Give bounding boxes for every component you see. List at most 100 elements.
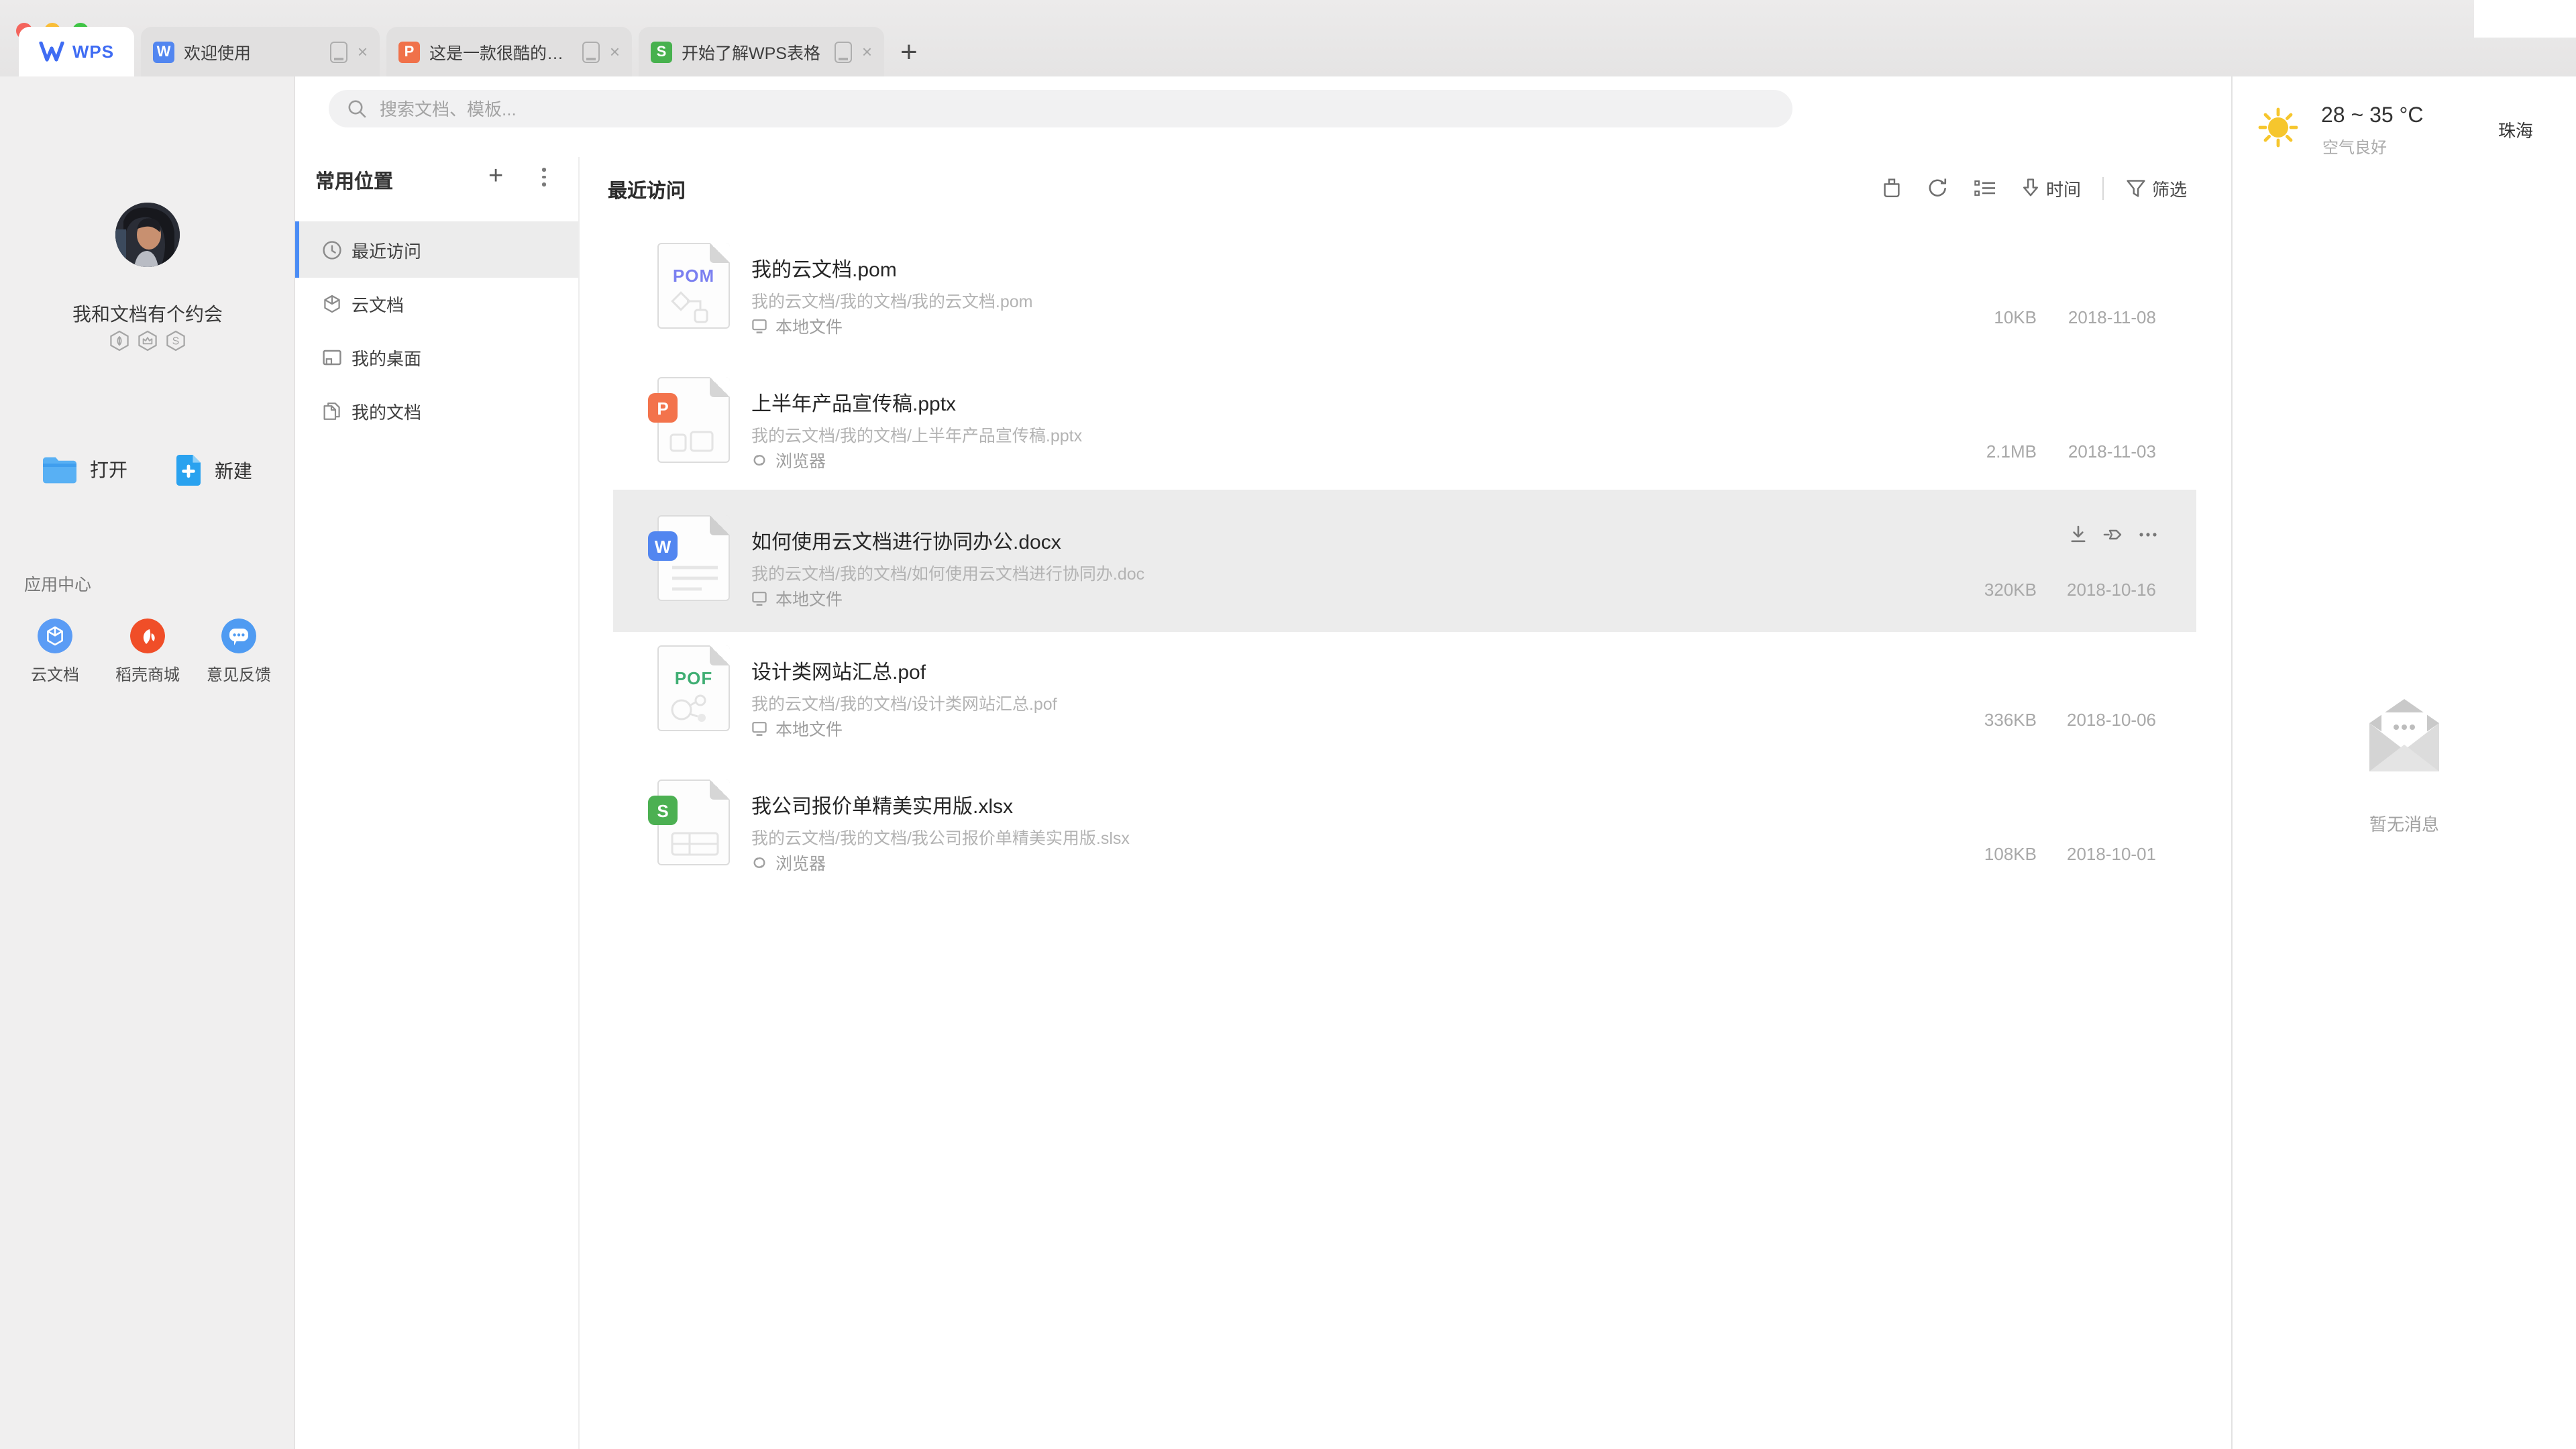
new-document-icon bbox=[174, 453, 203, 487]
file-name: 设计类网站汇总.pof bbox=[751, 657, 926, 686]
open-file-button[interactable]: 打开 bbox=[42, 455, 127, 484]
svg-text:S: S bbox=[172, 336, 180, 347]
close-tab-icon[interactable]: × bbox=[358, 43, 368, 60]
sidebar-item-cloud-docs[interactable]: 云文档 bbox=[295, 276, 578, 330]
device-roaming-icon bbox=[835, 41, 853, 62]
new-file-button[interactable]: 新建 bbox=[174, 453, 252, 487]
file-path: 我的云文档/我的文档/我公司报价单精美实用版.slsx bbox=[751, 824, 1130, 849]
username: 我和文档有个约会 bbox=[0, 301, 295, 327]
top-strip bbox=[295, 76, 2233, 157]
file-date: 2018-10-01 bbox=[2067, 844, 2156, 864]
sidebar-item-documents[interactable]: 我的文档 bbox=[295, 384, 578, 437]
no-messages-label: 暂无消息 bbox=[2233, 810, 2576, 836]
more-options-icon[interactable] bbox=[2137, 525, 2159, 543]
xlsx-file-icon: S bbox=[657, 780, 730, 865]
svip-badge-icon[interactable]: S bbox=[165, 330, 186, 352]
app-feedback[interactable]: 意见反馈 bbox=[196, 619, 282, 686]
toolbar-divider bbox=[2102, 176, 2104, 199]
sidebar-item-label: 我的桌面 bbox=[352, 344, 421, 370]
file-path: 我的云文档/我的文档/我的云文档.pom bbox=[751, 287, 1033, 313]
account-sidebar: 我和文档有个约会 S 打开 bbox=[0, 76, 295, 1449]
user-avatar[interactable] bbox=[115, 203, 180, 267]
tab-welcome-doc[interactable]: W 欢迎使用 × bbox=[141, 27, 380, 76]
app-cloud-docs[interactable]: 云文档 bbox=[12, 619, 98, 686]
sidebar-item-recent[interactable]: 最近访问 bbox=[295, 221, 578, 278]
search-input[interactable] bbox=[377, 97, 1792, 120]
city-name[interactable]: 珠海 bbox=[2498, 117, 2533, 142]
tab-label: 这是一款很酷的办... bbox=[429, 39, 574, 64]
recent-files-main: 最近访问 时间 bbox=[580, 157, 2231, 1449]
screen-corner-notch bbox=[2474, 0, 2576, 38]
add-location-button[interactable]: + bbox=[488, 162, 503, 192]
file-size: 320KB bbox=[1984, 580, 2037, 600]
sun-weather-icon bbox=[2257, 106, 2300, 149]
file-source: 本地文件 bbox=[751, 585, 843, 610]
messages-empty-state: 暂无消息 bbox=[2233, 694, 2576, 836]
tab-label: 开始了解WPS表格 bbox=[682, 39, 826, 64]
tab-spreadsheet-doc[interactable]: S 开始了解WPS表格 × bbox=[639, 27, 884, 76]
locations-title: 常用位置 bbox=[315, 166, 393, 195]
cloud-docs-icon bbox=[38, 619, 72, 653]
file-row[interactable]: POF 设计类网站汇总.pof 我的云文档/我的文档/设计类网站汇总.pof 本… bbox=[613, 620, 2196, 762]
close-tab-icon[interactable]: × bbox=[862, 43, 872, 60]
file-source: 浏览器 bbox=[751, 447, 826, 472]
file-date: 2018-10-16 bbox=[2067, 580, 2156, 600]
pptx-file-icon: P bbox=[657, 377, 730, 463]
search-icon bbox=[347, 99, 366, 118]
new-tab-button[interactable]: + bbox=[900, 36, 918, 68]
wps-vip-badge-icon[interactable] bbox=[109, 330, 130, 352]
clear-records-icon[interactable] bbox=[1881, 177, 1902, 199]
sidebar-item-label: 我的文档 bbox=[352, 398, 421, 423]
pin-icon[interactable] bbox=[2102, 525, 2123, 543]
file-path: 我的云文档/我的文档/设计类网站汇总.pof bbox=[751, 690, 1057, 715]
search-bar[interactable] bbox=[329, 90, 1792, 127]
file-source: 浏览器 bbox=[751, 849, 826, 875]
tab-label: 欢迎使用 bbox=[184, 39, 321, 64]
desktop-icon bbox=[322, 347, 342, 367]
locations-menu-button[interactable] bbox=[542, 168, 545, 186]
file-size: 2.1MB bbox=[1986, 441, 2037, 462]
docer-vip-badge-icon[interactable] bbox=[137, 330, 158, 352]
refresh-icon[interactable] bbox=[1927, 177, 1949, 199]
sidebar-item-label: 最近访问 bbox=[352, 237, 421, 262]
feedback-icon bbox=[221, 619, 256, 653]
local-file-icon bbox=[751, 317, 767, 333]
download-icon[interactable] bbox=[2069, 525, 2088, 543]
file-path: 我的云文档/我的文档/如何使用云文档进行协同办.doc bbox=[751, 559, 1144, 585]
tab-presentation-doc[interactable]: P 这是一款很酷的办... × bbox=[386, 27, 632, 76]
window-tab-bar: WPS W 欢迎使用 × P 这是一款很酷的办... × S 开始了解WPS表格… bbox=[0, 0, 2576, 76]
app-docer-mall[interactable]: 稻壳商城 bbox=[105, 619, 191, 686]
browser-link-icon bbox=[751, 451, 767, 468]
browser-link-icon bbox=[751, 854, 767, 870]
file-path: 我的云文档/我的文档/上半年产品宣传稿.pptx bbox=[751, 421, 1082, 447]
documents-icon bbox=[322, 400, 342, 421]
filter-funnel-icon[interactable] bbox=[2125, 178, 2147, 198]
sort-down-arrow-icon[interactable] bbox=[2021, 177, 2041, 199]
temperature-range: 28 ~ 35 °C bbox=[2321, 105, 2423, 129]
pof-file-icon: POF bbox=[657, 645, 730, 731]
list-view-icon[interactable] bbox=[1974, 178, 1996, 198]
new-label: 新建 bbox=[215, 457, 252, 484]
file-row[interactable]: P 上半年产品宣传稿.pptx 我的云文档/我的文档/上半年产品宣传稿.pptx… bbox=[613, 352, 2196, 494]
docer-mall-icon bbox=[130, 619, 165, 653]
file-row[interactable]: S 我公司报价单精美实用版.xlsx 我的云文档/我的文档/我公司报价单精美实用… bbox=[613, 754, 2196, 896]
member-badges: S bbox=[0, 330, 295, 352]
file-size: 10KB bbox=[1994, 307, 2037, 327]
docx-file-icon: W bbox=[657, 515, 730, 601]
open-label: 打开 bbox=[90, 456, 127, 483]
app-center-title: 应用中心 bbox=[24, 570, 91, 596]
close-tab-icon[interactable]: × bbox=[610, 43, 620, 60]
sidebar-item-desktop[interactable]: 我的桌面 bbox=[295, 330, 578, 384]
sort-by-time-button[interactable]: 时间 bbox=[2046, 175, 2081, 201]
spreadsheet-doc-icon: S bbox=[651, 41, 672, 62]
filter-button[interactable]: 筛选 bbox=[2152, 175, 2187, 201]
file-source: 本地文件 bbox=[751, 313, 843, 338]
file-name: 我公司报价单精美实用版.xlsx bbox=[751, 792, 1013, 820]
file-row-selected[interactable]: W 如何使用云文档进行协同办公.docx 我的云文档/我的文档/如何使用云文档进… bbox=[613, 490, 2196, 632]
sidebar-item-label: 云文档 bbox=[352, 290, 404, 316]
cube-icon bbox=[322, 293, 342, 313]
tab-wps-home[interactable]: WPS bbox=[19, 27, 134, 76]
section-title: 最近访问 bbox=[608, 176, 686, 204]
file-row[interactable]: POM 我的云文档.pom 我的云文档/我的文档/我的云文档.pom 本地文件 … bbox=[613, 217, 2196, 360]
file-date: 2018-10-06 bbox=[2067, 710, 2156, 730]
